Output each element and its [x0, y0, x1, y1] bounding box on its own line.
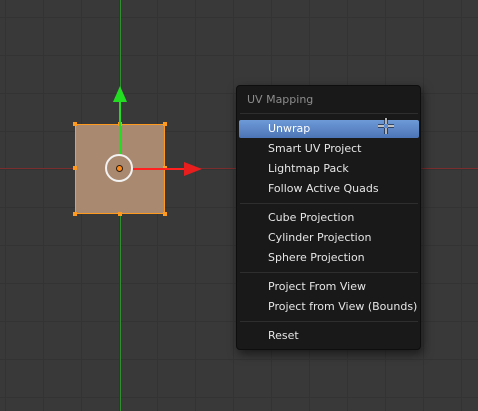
menu-item-lightmap-pack[interactable]: Lightmap Pack [239, 160, 419, 178]
uv-vertex[interactable] [73, 212, 77, 216]
uv-vertex[interactable] [163, 212, 167, 216]
menu-item-follow-active-quads[interactable]: Follow Active Quads [239, 180, 419, 198]
menu-item-sphere-projection[interactable]: Sphere Projection [239, 249, 419, 267]
menu-item-cube-projection[interactable]: Cube Projection [239, 209, 419, 227]
menu-item-reset[interactable]: Reset [239, 327, 419, 345]
uv-vertex[interactable] [163, 122, 167, 126]
menu-item-project-from-view[interactable]: Project From View [239, 278, 419, 296]
x-move-handle[interactable] [133, 168, 185, 170]
menu-item-project-from-view-bounds[interactable]: Project from View (Bounds) [239, 298, 419, 316]
y-move-handle[interactable] [119, 100, 121, 154]
pivot-point-icon [116, 165, 123, 172]
x-arrow-icon[interactable] [184, 162, 202, 176]
uv-vertex[interactable] [73, 122, 77, 126]
crosshair-cursor-icon [378, 118, 394, 134]
menu-separator [240, 203, 418, 204]
menu-item-smart-uv-project[interactable]: Smart UV Project [239, 140, 419, 158]
menu-separator [240, 272, 418, 273]
uv-vertex[interactable] [73, 166, 77, 170]
uv-vertex[interactable] [118, 212, 122, 216]
y-arrow-icon[interactable] [113, 86, 127, 102]
menu-item-cylinder-projection[interactable]: Cylinder Projection [239, 229, 419, 247]
menu-separator [240, 321, 418, 322]
menu-title: UV Mapping [247, 93, 314, 106]
menu-separator [240, 113, 418, 114]
